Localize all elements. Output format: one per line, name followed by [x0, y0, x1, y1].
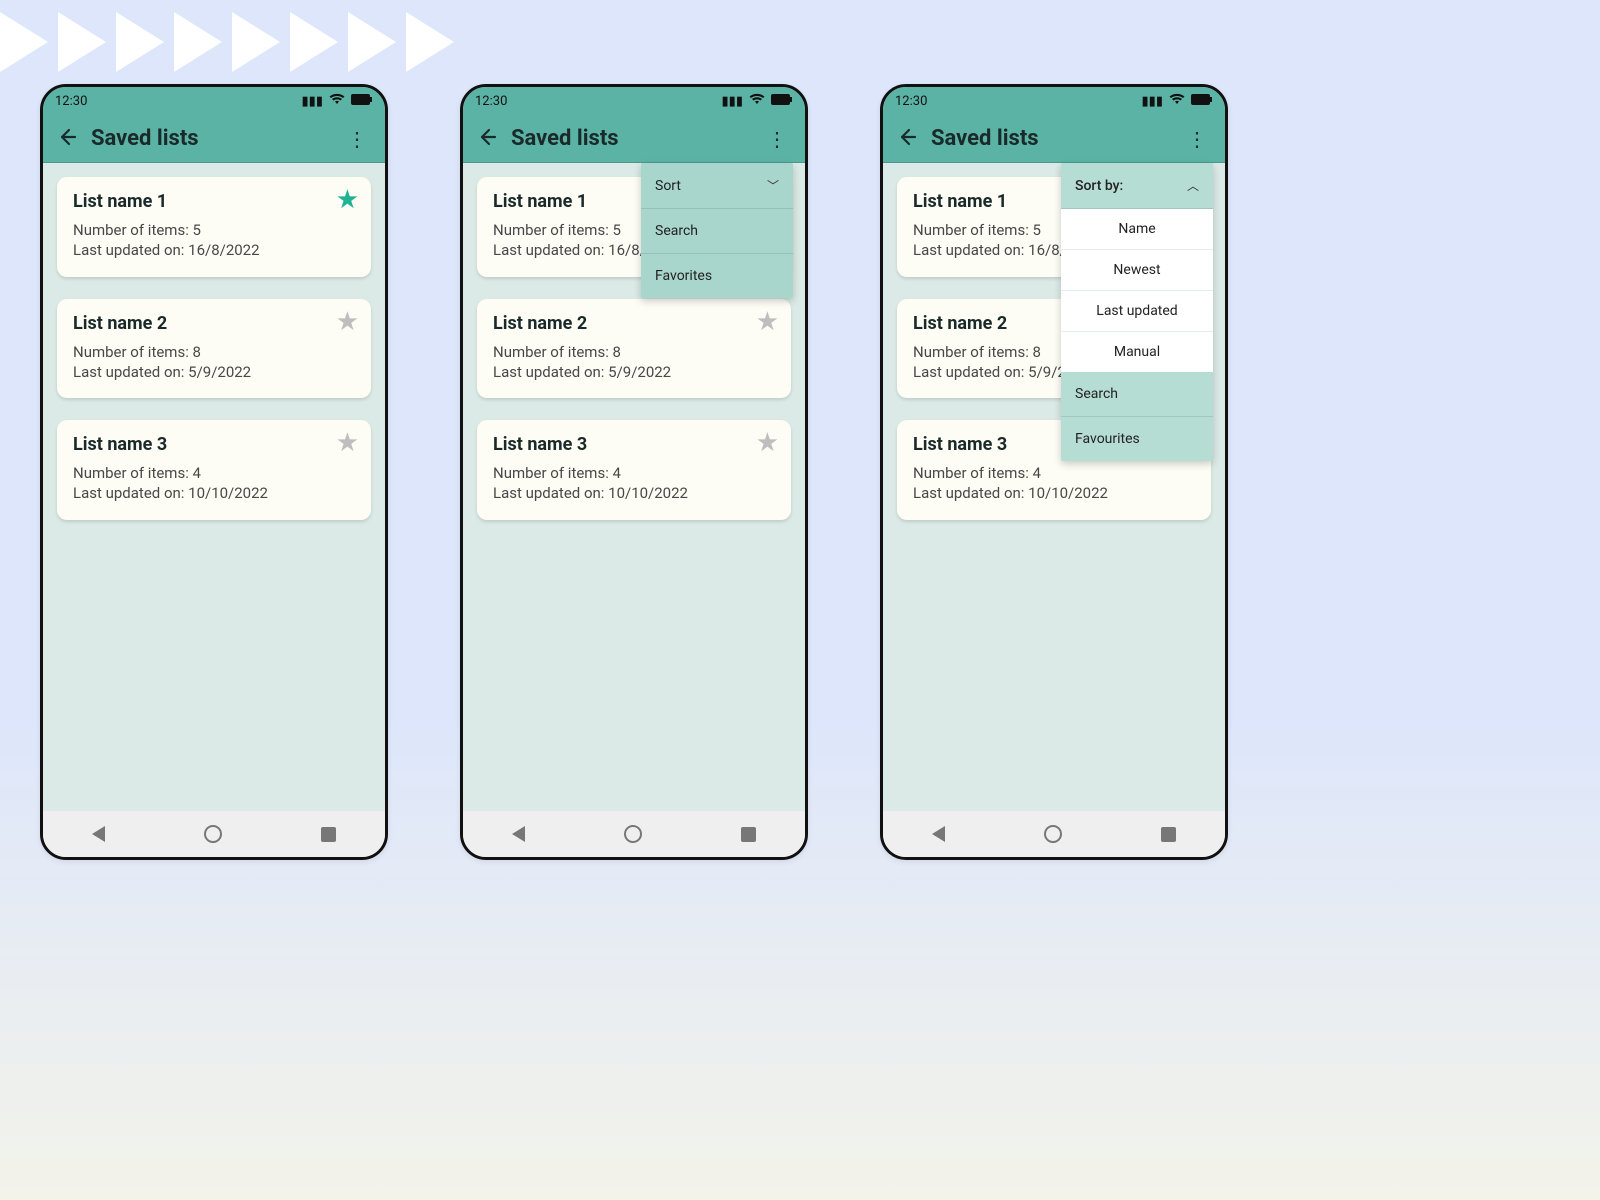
signal-icon: ▮▮▮ [1142, 94, 1163, 109]
back-button[interactable] [57, 127, 77, 150]
list-card[interactable]: List name 3 Number of items: 4 Last upda… [477, 420, 791, 520]
menu-item-favorites[interactable]: Favorites [641, 254, 793, 298]
list-items-count: Number of items: 8 [493, 342, 775, 362]
list-items-count: Number of items: 4 [493, 463, 775, 483]
menu-item-search[interactable]: Search [641, 209, 793, 254]
list-items-count: Number of items: 4 [913, 463, 1195, 483]
nav-home-button[interactable] [204, 825, 222, 843]
chevron-down-icon: ﹀ [767, 177, 779, 194]
status-time: 12:30 [475, 94, 507, 109]
sort-options: Name Newest Last updated Manual [1061, 209, 1213, 372]
page-title: Saved lists [91, 126, 329, 151]
list-updated: Last updated on: 5/9/2022 [73, 362, 355, 382]
wifi-icon [329, 93, 345, 109]
list-card[interactable]: List name 3 Number of items: 4 Last upda… [57, 420, 371, 520]
menu-item-label: Search [1075, 386, 1118, 402]
sort-option-last-updated[interactable]: Last updated [1061, 291, 1213, 332]
app-header: Saved lists ⋮ [883, 115, 1225, 163]
list-container: List name 1 Number of items: 5 Last upda… [43, 163, 385, 534]
nav-home-button[interactable] [624, 825, 642, 843]
list-updated: Last updated on: 10/10/2022 [493, 483, 775, 503]
list-name: List name 3 [493, 434, 775, 455]
list-items-count: Number of items: 5 [73, 220, 355, 240]
menu-item-label: Sort [655, 178, 681, 194]
menu-item-label: Favorites [655, 268, 712, 284]
android-nav-bar [463, 811, 805, 857]
status-bar: 12:30 ▮▮▮ [883, 87, 1225, 115]
phone-mock-3: 12:30 ▮▮▮ Saved lists ⋮ List name 1 Numb… [880, 84, 1228, 860]
phone-mock-2: 12:30 ▮▮▮ Saved lists ⋮ List name 1 Numb… [460, 84, 808, 860]
list-updated: Last updated on: 16/8/2022 [73, 240, 355, 260]
favorite-star-icon[interactable]: ★ [756, 309, 779, 335]
nav-recent-button[interactable] [321, 827, 336, 842]
menu-item-search[interactable]: Search [1061, 372, 1213, 417]
menu-item-sort[interactable]: Sort ﹀ [641, 163, 793, 209]
menu-item-sort-by[interactable]: Sort by: ︿ [1061, 163, 1213, 209]
wifi-icon [1169, 93, 1185, 109]
decorative-arrows [0, 12, 464, 72]
android-nav-bar [883, 811, 1225, 857]
nav-back-button[interactable] [92, 826, 105, 842]
favorite-star-icon[interactable]: ★ [336, 430, 359, 456]
back-button[interactable] [897, 127, 917, 150]
list-items-count: Number of items: 4 [73, 463, 355, 483]
list-updated: Last updated on: 10/10/2022 [73, 483, 355, 503]
battery-icon [771, 94, 793, 109]
signal-icon: ▮▮▮ [302, 94, 323, 109]
status-bar: 12:30 ▮▮▮ [463, 87, 805, 115]
list-name: List name 3 [73, 434, 355, 455]
chevron-up-icon: ︿ [1187, 177, 1199, 194]
nav-back-button[interactable] [512, 826, 525, 842]
overflow-menu: Sort ﹀ Search Favorites [641, 163, 793, 298]
status-time: 12:30 [55, 94, 87, 109]
list-name: List name 1 [73, 191, 355, 212]
menu-item-label: Favourites [1075, 431, 1140, 447]
overflow-menu-expanded: Sort by: ︿ Name Newest Last updated Manu… [1061, 163, 1213, 461]
list-name: List name 2 [493, 313, 775, 334]
page-title: Saved lists [511, 126, 749, 151]
signal-icon: ▮▮▮ [722, 94, 743, 109]
list-card[interactable]: List name 2 Number of items: 8 Last upda… [57, 299, 371, 399]
back-button[interactable] [477, 127, 497, 150]
wifi-icon [749, 93, 765, 109]
list-card[interactable]: List name 2 Number of items: 8 Last upda… [477, 299, 791, 399]
favorite-star-icon[interactable]: ★ [336, 309, 359, 335]
sort-option-manual[interactable]: Manual [1061, 332, 1213, 372]
list-name: List name 2 [73, 313, 355, 334]
battery-icon [351, 94, 373, 109]
menu-item-label: Search [655, 223, 698, 239]
status-bar: 12:30 ▮▮▮ [43, 87, 385, 115]
favorite-star-icon[interactable]: ★ [756, 430, 779, 456]
app-header: Saved lists ⋮ [43, 115, 385, 163]
menu-item-favourites[interactable]: Favourites [1061, 417, 1213, 461]
battery-icon [1191, 94, 1213, 109]
overflow-menu-button[interactable]: ⋮ [763, 123, 791, 155]
favorite-star-icon[interactable]: ★ [336, 187, 359, 213]
overflow-menu-button[interactable]: ⋮ [343, 123, 371, 155]
overflow-menu-button[interactable]: ⋮ [1183, 123, 1211, 155]
app-header: Saved lists ⋮ [463, 115, 805, 163]
menu-item-label: Sort by: [1075, 178, 1123, 194]
android-nav-bar [43, 811, 385, 857]
list-updated: Last updated on: 10/10/2022 [913, 483, 1195, 503]
sort-option-newest[interactable]: Newest [1061, 250, 1213, 291]
nav-recent-button[interactable] [741, 827, 756, 842]
sort-option-name[interactable]: Name [1061, 209, 1213, 250]
status-time: 12:30 [895, 94, 927, 109]
nav-back-button[interactable] [932, 826, 945, 842]
nav-home-button[interactable] [1044, 825, 1062, 843]
page-title: Saved lists [931, 126, 1169, 151]
list-card[interactable]: List name 1 Number of items: 5 Last upda… [57, 177, 371, 277]
list-items-count: Number of items: 8 [73, 342, 355, 362]
list-updated: Last updated on: 5/9/2022 [493, 362, 775, 382]
nav-recent-button[interactable] [1161, 827, 1176, 842]
phone-mock-1: 12:30 ▮▮▮ Saved lists ⋮ List name 1 Numb… [40, 84, 388, 860]
